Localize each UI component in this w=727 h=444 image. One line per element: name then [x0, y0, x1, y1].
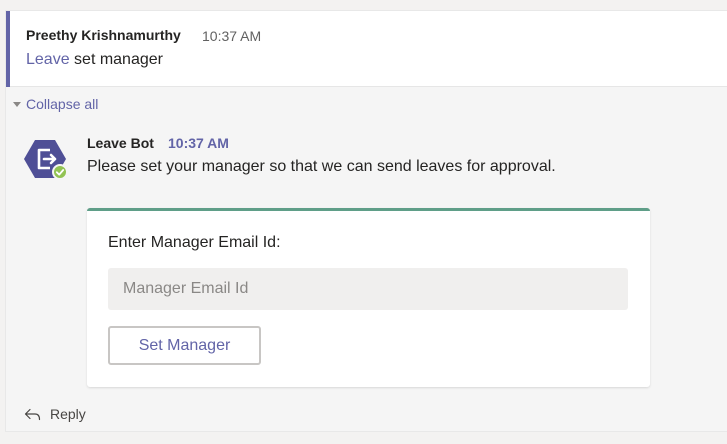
bot-name: Leave Bot [87, 135, 154, 151]
exit-arrow-icon [24, 140, 68, 180]
message-body: Leave set manager [26, 51, 163, 69]
message-timestamp: 10:37 AM [202, 28, 262, 44]
bot-timestamp: 10:37 AM [168, 135, 229, 151]
reply-arrow-icon [24, 408, 41, 420]
manager-email-label: Enter Manager Email Id: [108, 234, 281, 251]
reply-button[interactable]: Reply [24, 406, 86, 422]
message-author: Preethy Krishnamurthy [26, 27, 181, 43]
reply-label: Reply [50, 406, 86, 422]
set-manager-button[interactable]: Set Manager [108, 326, 261, 365]
manager-email-input[interactable] [108, 268, 628, 310]
bot-message-text: Please set your manager so that we can s… [87, 158, 556, 175]
collapse-all-button[interactable]: Collapse all [13, 96, 98, 112]
conversation-thread: Preethy Krishnamurthy 10:37 AM Leave set… [5, 10, 727, 432]
bot-avatar[interactable] [24, 137, 68, 181]
triangle-down-icon [13, 101, 21, 107]
message-command-text: set manager [69, 51, 163, 68]
message-accent-bar [6, 11, 10, 87]
collapse-all-label: Collapse all [26, 96, 99, 112]
adaptive-card: Enter Manager Email Id: Set Manager [87, 208, 650, 387]
check-icon [52, 164, 68, 180]
leave-link[interactable]: Leave [26, 51, 70, 68]
root-message: Preethy Krishnamurthy 10:37 AM Leave set… [6, 11, 727, 87]
